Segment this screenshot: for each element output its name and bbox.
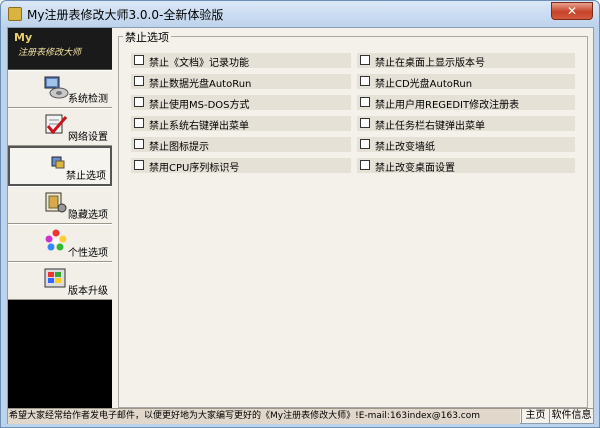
disable-options-group: 禁止选项 禁止《文档》记录功能 禁止数据光盘AutoRun 禁止使用MS-DOS… <box>118 29 588 408</box>
logo-my: My <box>14 31 33 44</box>
checkbox[interactable] <box>134 76 144 86</box>
option-disable-msdos[interactable]: 禁止使用MS-DOS方式 <box>131 95 351 111</box>
option-label: 禁止用户用REGEDIT修改注册表 <box>375 100 520 111</box>
option-disable-taskbar-context-menu[interactable]: 禁止任务栏右键弹出菜单 <box>357 116 575 132</box>
option-label: 禁止任务栏右键弹出菜单 <box>375 121 485 132</box>
upgrade-icon <box>44 268 66 288</box>
option-label: 禁用CPU序列标识号 <box>149 163 240 174</box>
sidebar-item-disable-options[interactable]: 禁止选项 <box>8 146 112 186</box>
option-label: 禁止数据光盘AutoRun <box>149 79 252 90</box>
checkbox[interactable] <box>134 118 144 128</box>
option-disable-regedit[interactable]: 禁止用户用REGEDIT修改注册表 <box>357 95 575 111</box>
sidebar-item-label: 禁止选项 <box>66 171 106 182</box>
sidebar-item-network-settings[interactable]: 网络设置 <box>8 108 112 146</box>
logo-name: 注册表修改大师 <box>18 48 82 58</box>
checkbox[interactable] <box>360 139 370 149</box>
option-disable-icon-tips[interactable]: 禁止图标提示 <box>131 137 351 153</box>
option-label: 禁止使用MS-DOS方式 <box>149 100 250 111</box>
home-button[interactable]: 主页 <box>521 409 549 424</box>
checkbox[interactable] <box>360 118 370 128</box>
checkbox[interactable] <box>134 160 144 170</box>
option-label: 禁止《文档》记录功能 <box>149 58 249 69</box>
sidebar-item-upgrade[interactable]: 版本升级 <box>8 262 112 300</box>
client-area: My 注册表修改大师 系统检测 网络设置 禁止选项 隐藏选项 个性选项 版本升级… <box>7 27 594 424</box>
sidebar-item-hide-options[interactable]: 隐藏选项 <box>8 186 112 224</box>
system-check-icon <box>44 76 69 99</box>
sidebar-item-system-check[interactable]: 系统检测 <box>8 70 112 108</box>
network-settings-icon <box>45 114 68 135</box>
status-message: 希望大家经常给作者发电子邮件，以便更好地为大家编写更好的《My注册表修改大师》!… <box>8 409 520 424</box>
app-window: My注册表修改大师3.0.0-全新体验版 ✕ My 注册表修改大师 系统检测 网… <box>0 0 600 428</box>
option-label: 禁止改变桌面设置 <box>375 163 455 174</box>
sidebar-item-label: 系统检测 <box>68 94 108 105</box>
sidebar-item-label: 个性选项 <box>68 248 108 259</box>
checkbox[interactable] <box>134 139 144 149</box>
software-info-button[interactable]: 软件信息 <box>549 409 593 424</box>
option-disable-doc-history[interactable]: 禁止《文档》记录功能 <box>131 53 351 69</box>
option-disable-cd-autorun[interactable]: 禁止CD光盘AutoRun <box>357 74 575 90</box>
checkbox[interactable] <box>134 55 144 65</box>
checkbox[interactable] <box>360 55 370 65</box>
checkbox[interactable] <box>360 160 370 170</box>
option-label: 禁止系统右键弹出菜单 <box>149 121 249 132</box>
option-disable-change-wallpaper[interactable]: 禁止改变墙纸 <box>357 137 575 153</box>
status-bar: 希望大家经常给作者发电子邮件，以便更好地为大家编写更好的《My注册表修改大师》!… <box>8 408 593 424</box>
sidebar-item-label: 隐藏选项 <box>68 210 108 221</box>
group-title: 禁止选项 <box>123 29 171 45</box>
app-logo: My 注册表修改大师 <box>8 28 112 70</box>
window-title: My注册表修改大师3.0.0-全新体验版 <box>27 8 224 22</box>
hide-options-icon <box>45 192 67 213</box>
option-label: 禁止CD光盘AutoRun <box>375 79 473 90</box>
sidebar-item-label: 网络设置 <box>68 132 108 143</box>
option-disable-system-context-menu[interactable]: 禁止系统右键弹出菜单 <box>131 116 351 132</box>
app-icon <box>8 7 22 21</box>
option-disable-cpu-serial[interactable]: 禁用CPU序列标识号 <box>131 158 351 174</box>
checkbox[interactable] <box>360 97 370 107</box>
option-hide-desktop-version[interactable]: 禁止在桌面上显示版本号 <box>357 53 575 69</box>
checkbox[interactable] <box>134 97 144 107</box>
sidebar-item-personalize[interactable]: 个性选项 <box>8 224 112 262</box>
close-button[interactable]: ✕ <box>551 2 593 20</box>
sidebar: My 注册表修改大师 系统检测 网络设置 禁止选项 隐藏选项 个性选项 版本升级 <box>8 28 112 408</box>
sidebar-item-label: 版本升级 <box>68 286 108 297</box>
title-bar: My注册表修改大师3.0.0-全新体验版 ✕ <box>1 1 599 27</box>
option-label: 禁止在桌面上显示版本号 <box>375 58 485 69</box>
option-disable-change-desktop-settings[interactable]: 禁止改变桌面设置 <box>357 158 575 174</box>
checkbox[interactable] <box>360 76 370 86</box>
option-disable-data-cd-autorun[interactable]: 禁止数据光盘AutoRun <box>131 74 351 90</box>
option-label: 禁止图标提示 <box>149 142 209 153</box>
option-label: 禁止改变墙纸 <box>375 142 435 153</box>
personalize-icon <box>45 229 67 251</box>
